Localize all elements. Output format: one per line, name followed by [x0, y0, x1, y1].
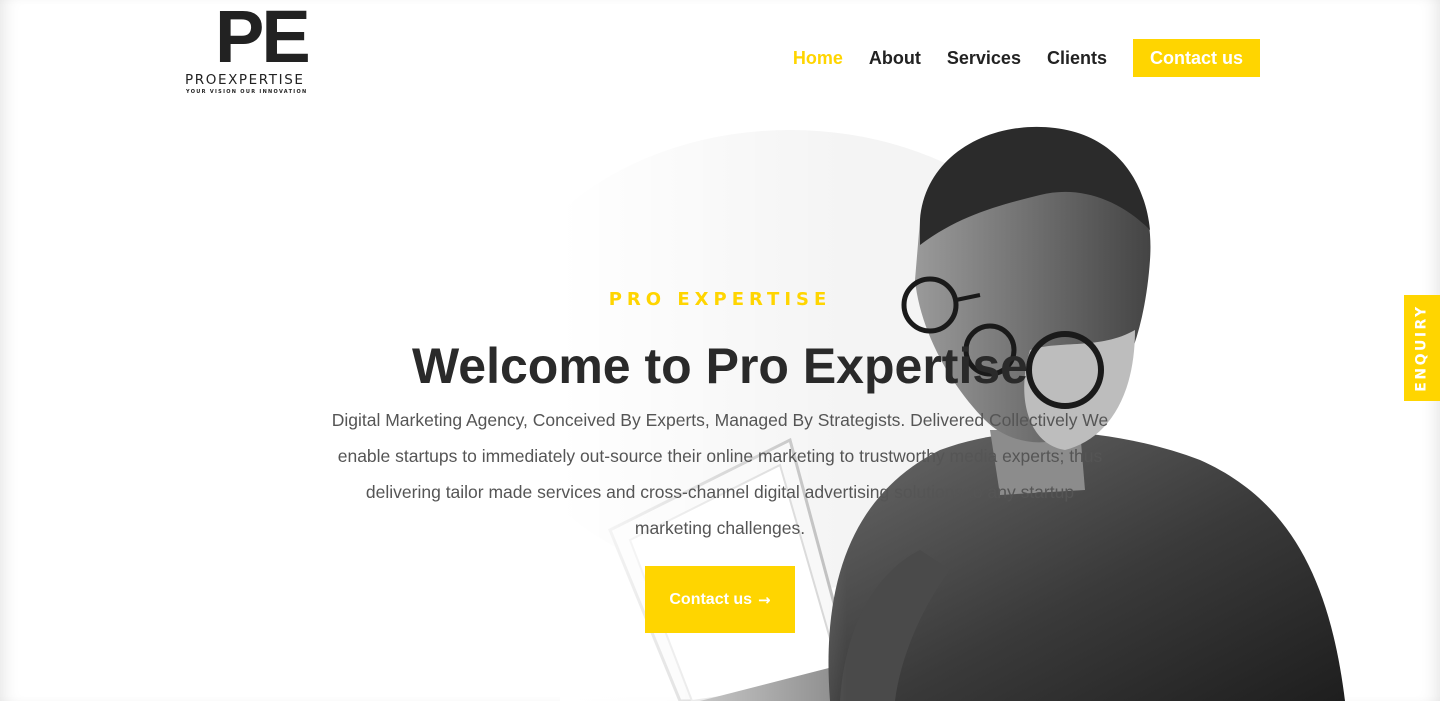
hero-section: PRO EXPERTISE Welcome to Pro Expertise D…: [300, 286, 1140, 633]
hero-description: Digital Marketing Agency, Conceived By E…: [331, 410, 1109, 538]
arrow-right-icon: →: [758, 590, 771, 609]
enquiry-label: ENQUIRY: [1414, 304, 1431, 392]
nav-item-services[interactable]: Services: [947, 48, 1021, 69]
enquiry-tab[interactable]: ENQUIRY: [1404, 295, 1440, 401]
hero-contact-label: Contact us: [669, 590, 753, 608]
logo-name: PROEXPERTISE: [185, 72, 305, 88]
nav-item-home[interactable]: Home: [793, 48, 843, 69]
page: PE PROEXPERTISE YOUR VISION OUR INNOVATI…: [0, 0, 1440, 701]
hero-contact-button[interactable]: Contact us →: [645, 566, 795, 633]
site-logo[interactable]: PE PROEXPERTISE YOUR VISION OUR INNOVATI…: [185, 0, 331, 98]
logo-mark: PE: [215, 0, 311, 78]
nav-item-clients[interactable]: Clients: [1047, 48, 1107, 69]
nav-contact-button[interactable]: Contact us: [1132, 39, 1260, 77]
nav-item-about[interactable]: About: [869, 48, 921, 69]
main-nav: Home About Services Clients Contact us: [793, 39, 1260, 77]
hero-eyebrow: PRO EXPERTISE: [608, 289, 832, 310]
hero-title: Welcome to Pro Expertise: [412, 338, 1028, 394]
logo-tagline: YOUR VISION OUR INNOVATION: [186, 89, 308, 95]
